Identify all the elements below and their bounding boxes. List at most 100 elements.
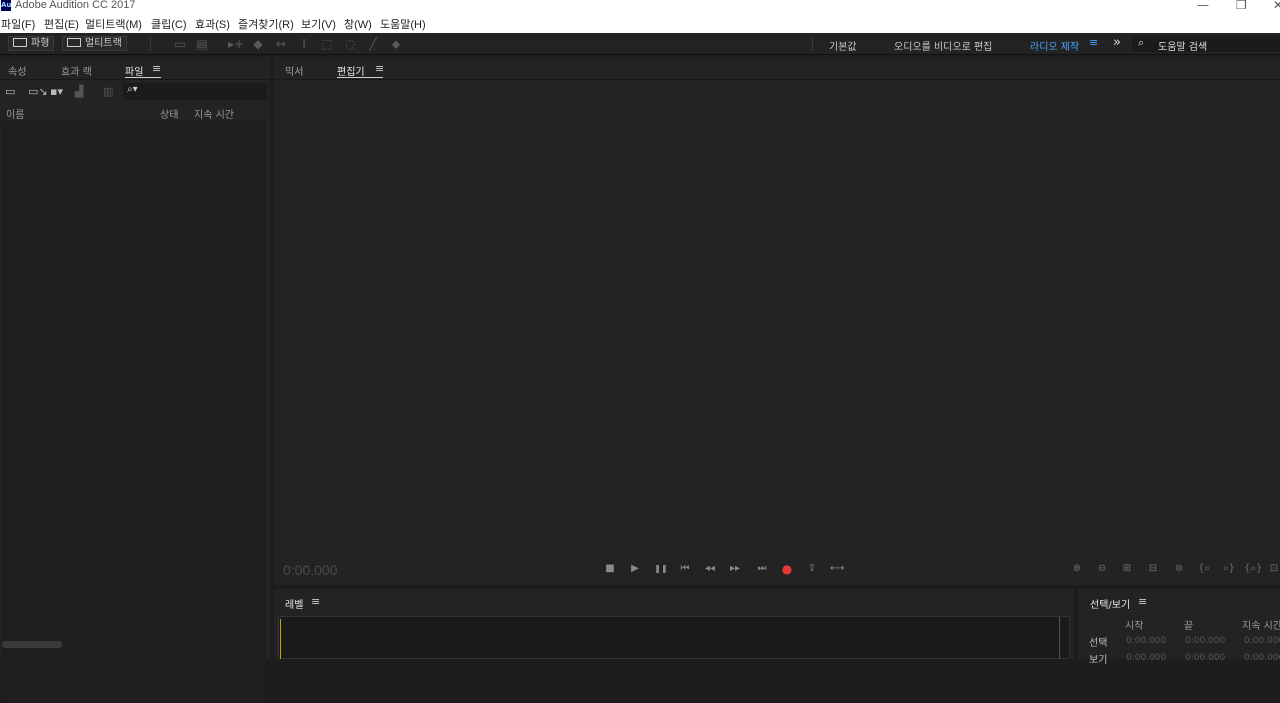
pause-icon[interactable]: ❚❚ bbox=[654, 563, 668, 575]
selection-duration-value[interactable]: 0:00.000 bbox=[1244, 636, 1280, 646]
column-header-status[interactable]: 상태 bbox=[160, 106, 178, 121]
spot-healing-brush-icon[interactable]: ⬥ bbox=[389, 37, 403, 51]
view-end-value[interactable]: 0:00.000 bbox=[1185, 653, 1225, 663]
lasso-selection-icon[interactable]: ◌ bbox=[343, 37, 357, 51]
level-meter bbox=[278, 616, 1070, 659]
level-panel: 레벨 ≡ bbox=[274, 589, 1074, 659]
timecode-display[interactable]: 0:00.000 bbox=[283, 562, 338, 578]
play-to-output-icon[interactable]: ⇪ bbox=[805, 563, 819, 575]
multitrack-view-button[interactable]: 멀티트랙 bbox=[62, 36, 127, 51]
workspace-overflow-icon[interactable]: » bbox=[1113, 35, 1121, 50]
new-file-icon[interactable]: ▪▾ bbox=[50, 85, 63, 98]
record-icon[interactable]: ● bbox=[780, 563, 794, 575]
stop-icon[interactable]: ■ bbox=[603, 563, 617, 575]
minimize-button[interactable]: — bbox=[1197, 0, 1209, 12]
fast-forward-icon[interactable]: ▸▸ bbox=[728, 563, 742, 575]
search-icon: ⌕▾ bbox=[127, 84, 138, 95]
search-icon: ⌕ bbox=[1138, 36, 1145, 49]
view-duration-value[interactable]: 0:00.000 bbox=[1244, 653, 1280, 663]
files-list[interactable] bbox=[2, 123, 266, 703]
waveform-view-button[interactable]: 파형 bbox=[8, 36, 55, 51]
menu-file[interactable]: 파일(F) bbox=[1, 16, 35, 32]
marquee-selection-icon[interactable]: ⬚ bbox=[320, 37, 334, 51]
editor-canvas[interactable] bbox=[274, 80, 1280, 550]
view-start-value[interactable]: 0:00.000 bbox=[1126, 653, 1166, 663]
zoom-in-amplitude-icon[interactable]: ⊕ bbox=[1068, 563, 1086, 574]
spectral-frequency-icon[interactable]: ▭ bbox=[173, 37, 187, 51]
delete-icon[interactable]: ▥ bbox=[103, 85, 113, 98]
multitrack-icon bbox=[67, 38, 81, 47]
spectral-pitch-icon[interactable]: ▤ bbox=[195, 37, 209, 51]
selection-view-panel: 선택/보기 ≡ 시작 끝 지속 시간 선택 0:00.000 0:00.000 … bbox=[1078, 589, 1280, 666]
menu-favorites[interactable]: 즐겨찾기(R) bbox=[238, 16, 294, 32]
menu-window[interactable]: 창(W) bbox=[344, 16, 372, 32]
play-icon[interactable]: ▶ bbox=[628, 563, 642, 575]
app-icon: Au bbox=[1, 0, 12, 11]
tab-editor[interactable]: 편집기 bbox=[337, 63, 365, 78]
zoom-in-at-start-icon[interactable]: {⌕ bbox=[1195, 563, 1213, 574]
files-panel-menu-icon[interactable]: ≡ bbox=[152, 62, 161, 75]
level-panel-title[interactable]: 레벨 bbox=[285, 596, 303, 611]
close-button[interactable]: ✕ bbox=[1273, 0, 1280, 12]
selection-end-value[interactable]: 0:00.000 bbox=[1185, 636, 1225, 646]
zoom-in-at-end-icon[interactable]: ⌕} bbox=[1220, 563, 1238, 574]
menu-view[interactable]: 보기(V) bbox=[301, 16, 336, 32]
move-tool-icon[interactable]: ▸+ bbox=[228, 37, 244, 51]
menu-clip[interactable]: 클립(C) bbox=[151, 16, 187, 32]
selection-view-title[interactable]: 선택/보기 bbox=[1090, 596, 1130, 611]
import-file-icon[interactable]: ▭↘ bbox=[28, 85, 48, 98]
help-search-input[interactable]: 도움말 검색 bbox=[1158, 38, 1207, 53]
razor-tool-icon[interactable]: ◆ bbox=[251, 37, 265, 51]
zoom-out-time-icon[interactable]: ⊟ bbox=[1144, 563, 1162, 574]
menu-bar: 파일(F) 편집(E) 멀티트랙(M) 클립(C) 효과(S) 즐겨찾기(R) … bbox=[0, 14, 1280, 33]
slip-tool-icon[interactable]: ↔ bbox=[274, 37, 288, 51]
help-search-box[interactable]: ⌕ 도움말 검색 bbox=[1132, 36, 1280, 53]
tab-effects-rack[interactable]: 효과 랙 bbox=[61, 63, 92, 78]
workspace-radio-production[interactable]: 라디오 제작 bbox=[1030, 38, 1079, 53]
brush-selection-icon[interactable]: ╱ bbox=[366, 37, 380, 51]
active-tab-underline bbox=[337, 77, 383, 78]
column-header-duration[interactable]: 지속 시간 bbox=[194, 106, 234, 121]
files-panel: 속성 효과 랙 파일 ≡ ▭ ▭↘ ▪▾ ▟ ▥ ⌕▾ 이름 상태 지속 시간 bbox=[0, 57, 270, 703]
workspace-default[interactable]: 기본값 bbox=[829, 38, 857, 53]
tab-mixer[interactable]: 믹서 bbox=[285, 63, 303, 78]
column-header-duration: 지속 시간 bbox=[1242, 621, 1280, 632]
files-search-input[interactable]: ⌕▾ bbox=[123, 83, 267, 100]
menu-help[interactable]: 도움말(H) bbox=[380, 16, 426, 32]
waveform-icon bbox=[13, 38, 27, 47]
selection-view-menu-icon[interactable]: ≡ bbox=[1138, 595, 1147, 608]
menu-effects[interactable]: 효과(S) bbox=[195, 16, 230, 32]
skip-selection-icon[interactable]: ⟷ bbox=[830, 563, 844, 575]
rewind-icon[interactable]: ◂◂ bbox=[703, 563, 717, 575]
column-header-name[interactable]: 이름 bbox=[6, 106, 24, 121]
zoom-out-full-icon[interactable]: ⊡ bbox=[1265, 563, 1280, 574]
open-file-icon[interactable]: ▭ bbox=[5, 85, 15, 98]
tab-properties[interactable]: 속성 bbox=[8, 63, 26, 78]
tab-files[interactable]: 파일 bbox=[125, 63, 143, 78]
editor-panel-menu-icon[interactable]: ≡ bbox=[375, 62, 384, 75]
go-to-end-icon[interactable]: ⏭ bbox=[755, 563, 769, 575]
level-panel-menu-icon[interactable]: ≡ bbox=[311, 595, 320, 608]
selection-start-value[interactable]: 0:00.000 bbox=[1126, 636, 1166, 646]
toolbar-divider bbox=[150, 37, 151, 51]
multitrack-label: 멀티트랙 bbox=[85, 38, 122, 49]
zoom-to-selection-icon[interactable]: {⌕} bbox=[1244, 563, 1262, 574]
level-meter-indicator bbox=[280, 619, 281, 659]
workspace-menu-icon[interactable]: ≡ bbox=[1089, 36, 1098, 49]
restore-button[interactable]: ❐ bbox=[1236, 0, 1247, 12]
zoom-reset-icon[interactable]: ⊛ bbox=[1170, 563, 1188, 574]
title-bar: Au Adobe Audition CC 2017 — ❐ ✕ bbox=[0, 0, 1280, 14]
insert-into-multitrack-icon[interactable]: ▟ bbox=[75, 85, 83, 98]
menu-edit[interactable]: 편집(E) bbox=[44, 16, 79, 32]
workspace-edit-audio-to-video[interactable]: 오디오를 비디오로 편집 bbox=[894, 38, 992, 53]
zoom-in-time-icon[interactable]: ⊞ bbox=[1118, 563, 1136, 574]
horizontal-scrollbar[interactable] bbox=[2, 641, 62, 648]
column-header-end: 끝 bbox=[1184, 621, 1194, 632]
window-title: Adobe Audition CC 2017 bbox=[15, 0, 136, 11]
go-to-start-icon[interactable]: ⏮ bbox=[678, 563, 692, 575]
level-meter-edge bbox=[1059, 617, 1060, 659]
menu-multitrack[interactable]: 멀티트랙(M) bbox=[85, 16, 142, 32]
divider bbox=[0, 79, 270, 80]
time-selection-tool-icon[interactable]: I bbox=[297, 37, 311, 51]
zoom-out-amplitude-icon[interactable]: ⊖ bbox=[1093, 563, 1111, 574]
